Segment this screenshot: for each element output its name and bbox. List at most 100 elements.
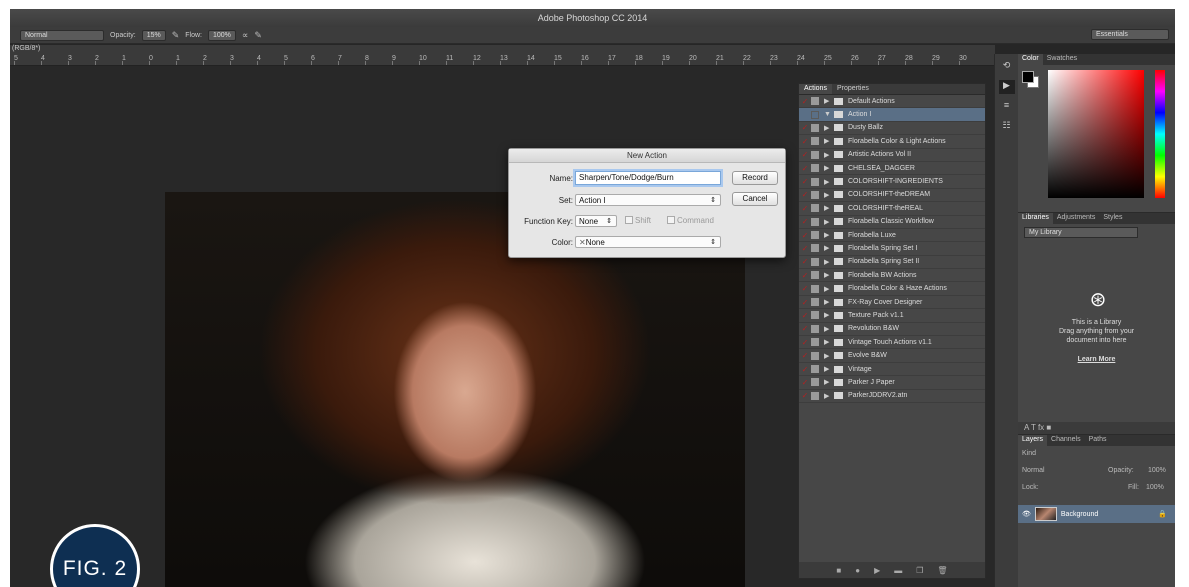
check-icon[interactable]: ✓ bbox=[799, 391, 811, 400]
action-set-row[interactable]: ✓ ▶ CHELSEA_DAGGER bbox=[799, 162, 985, 176]
check-icon[interactable]: ✓ bbox=[799, 231, 811, 240]
action-set-row[interactable]: ✓ ▶ ParkerJDDRV2.atn bbox=[799, 390, 985, 403]
action-set-row[interactable]: ✓ ▶ Evolve B&W bbox=[799, 349, 985, 363]
action-set-row[interactable]: ✓ ▶ Florabella Color & Haze Actions bbox=[799, 282, 985, 296]
learn-more-link[interactable]: Learn More bbox=[1018, 356, 1175, 363]
trash-icon[interactable]: 🗑 bbox=[937, 566, 947, 575]
check-icon[interactable]: ✓ bbox=[799, 110, 811, 119]
dialog-toggle-icon[interactable] bbox=[811, 150, 819, 159]
dialog-toggle-icon[interactable] bbox=[811, 257, 819, 266]
adjust-icon[interactable]: ≡ bbox=[999, 100, 1015, 114]
chevron-right-icon[interactable]: ▶ bbox=[824, 151, 834, 159]
dialog-toggle-icon[interactable] bbox=[811, 271, 819, 280]
dialog-toggle-icon[interactable] bbox=[811, 190, 819, 199]
chevron-right-icon[interactable]: ▶ bbox=[824, 285, 834, 293]
dialog-toggle-icon[interactable] bbox=[811, 204, 819, 213]
dialog-toggle-icon[interactable] bbox=[811, 137, 819, 146]
check-icon[interactable]: ✓ bbox=[799, 137, 811, 146]
check-icon[interactable]: ✓ bbox=[799, 311, 811, 320]
chevron-right-icon[interactable]: ▶ bbox=[824, 378, 834, 386]
chevron-right-icon[interactable]: ▶ bbox=[824, 365, 834, 373]
document-tab[interactable]: (RGB/8*) bbox=[10, 45, 995, 54]
actions-icon[interactable]: ▶ bbox=[998, 80, 1015, 94]
action-set-row[interactable]: ✓ ▶ Texture Pack v1.1 bbox=[799, 309, 985, 323]
action-set-row[interactable]: ✓ ▶ Florabella Color & Light Actions bbox=[799, 135, 985, 149]
tab-swatches[interactable]: Swatches bbox=[1043, 54, 1081, 65]
check-icon[interactable]: ✓ bbox=[799, 204, 811, 213]
dialog-toggle-icon[interactable] bbox=[811, 324, 819, 333]
tab-actions[interactable]: Actions bbox=[799, 84, 832, 94]
action-set-row[interactable]: ✓ ▶ Florabella BW Actions bbox=[799, 269, 985, 283]
set-select[interactable]: Action I ⇕ bbox=[575, 194, 721, 206]
chevron-right-icon[interactable]: ▶ bbox=[824, 311, 834, 319]
check-icon[interactable]: ✓ bbox=[799, 365, 811, 374]
tab-paths[interactable]: Paths bbox=[1085, 435, 1111, 446]
dialog-toggle-icon[interactable] bbox=[811, 244, 819, 253]
action-set-row[interactable]: ✓ ▶ Artistic Actions Vol II bbox=[799, 149, 985, 162]
tab-color[interactable]: Color bbox=[1018, 54, 1043, 65]
check-icon[interactable]: ✓ bbox=[799, 190, 811, 199]
history-icon[interactable]: ⟲ bbox=[999, 60, 1015, 74]
tab-adjustments[interactable]: Adjustments bbox=[1053, 213, 1100, 224]
hue-slider[interactable] bbox=[1155, 70, 1165, 198]
tab-layers[interactable]: Layers bbox=[1018, 435, 1048, 446]
action-set-row[interactable]: ✓ ▶ COLORSHIFT-INGREDIENTS bbox=[799, 175, 985, 189]
text-style-icon[interactable]: A T fx ■ bbox=[1024, 423, 1051, 432]
dialog-toggle-icon[interactable] bbox=[811, 298, 819, 307]
check-icon[interactable]: ✓ bbox=[799, 123, 811, 132]
cancel-button[interactable]: Cancel bbox=[732, 192, 778, 206]
chevron-right-icon[interactable]: ▶ bbox=[824, 124, 834, 132]
fill-field[interactable]: 100% bbox=[1146, 484, 1164, 491]
chevron-right-icon[interactable]: ▶ bbox=[824, 392, 834, 400]
action-set-row[interactable]: ✓ ▶ Parker J Paper bbox=[799, 376, 985, 390]
function-key-select[interactable]: None ⇕ bbox=[575, 215, 617, 227]
tab-channels[interactable]: Channels bbox=[1047, 435, 1085, 446]
dialog-toggle-icon[interactable] bbox=[811, 97, 819, 106]
dialog-toggle-icon[interactable] bbox=[811, 110, 819, 119]
dialog-toggle-icon[interactable] bbox=[811, 391, 819, 400]
dialog-toggle-icon[interactable] bbox=[811, 378, 819, 387]
check-icon[interactable]: ✓ bbox=[799, 271, 811, 280]
chevron-down-icon[interactable]: ▼ bbox=[824, 111, 834, 118]
dialog-toggle-icon[interactable] bbox=[811, 164, 819, 173]
chevron-right-icon[interactable]: ▶ bbox=[824, 191, 834, 199]
stop-icon[interactable]: ■ bbox=[836, 566, 841, 575]
chevron-right-icon[interactable]: ▶ bbox=[824, 271, 834, 279]
check-icon[interactable]: ✓ bbox=[799, 177, 811, 186]
chevron-right-icon[interactable]: ▶ bbox=[824, 137, 834, 145]
play-icon[interactable]: ▶ bbox=[874, 566, 880, 575]
opacity-field[interactable]: 15% bbox=[141, 29, 166, 41]
dialog-toggle-icon[interactable] bbox=[811, 311, 819, 320]
action-set-row[interactable]: ✓ ▶ Revolution B&W bbox=[799, 323, 985, 337]
action-set-row[interactable]: ✓ ▶ Florabella Spring Set II bbox=[799, 256, 985, 270]
action-set-row[interactable]: ✓ ▶ COLORSHIFT-theREAL bbox=[799, 202, 985, 216]
pressure-size-icon[interactable]: ✎ bbox=[254, 30, 262, 41]
color-select[interactable]: ✕None ⇕ bbox=[575, 236, 721, 248]
check-icon[interactable]: ✓ bbox=[799, 97, 811, 106]
check-icon[interactable]: ✓ bbox=[799, 244, 811, 253]
pressure-opacity-icon[interactable]: ✎ bbox=[172, 30, 180, 41]
action-set-row[interactable]: ✓ ▶ Default Actions bbox=[799, 95, 985, 109]
tab-styles[interactable]: Styles bbox=[1099, 213, 1126, 224]
color-field[interactable] bbox=[1048, 70, 1144, 198]
record-icon[interactable]: ● bbox=[855, 566, 860, 575]
chevron-right-icon[interactable]: ▶ bbox=[824, 325, 834, 333]
kind-filter[interactable]: Kind bbox=[1022, 450, 1036, 457]
chevron-right-icon[interactable]: ▶ bbox=[824, 258, 834, 266]
tab-properties[interactable]: Properties bbox=[832, 84, 874, 94]
chevron-right-icon[interactable]: ▶ bbox=[824, 218, 834, 226]
mode-select[interactable]: Normal bbox=[20, 29, 104, 41]
dialog-toggle-icon[interactable] bbox=[811, 351, 819, 360]
foreground-color-swatch[interactable] bbox=[1022, 71, 1034, 83]
chevron-right-icon[interactable]: ▶ bbox=[824, 298, 834, 306]
action-set-row[interactable]: ✓ ▼ Action I bbox=[799, 108, 985, 122]
dialog-toggle-icon[interactable] bbox=[811, 231, 819, 240]
check-icon[interactable]: ✓ bbox=[799, 257, 811, 266]
action-set-row[interactable]: ✓ ▶ Florabella Luxe bbox=[799, 229, 985, 243]
action-set-row[interactable]: ✓ ▶ Florabella Classic Workflow bbox=[799, 216, 985, 229]
chevron-right-icon[interactable]: ▶ bbox=[824, 204, 834, 212]
dialog-toggle-icon[interactable] bbox=[811, 365, 819, 373]
flow-field[interactable]: 100% bbox=[207, 29, 236, 41]
airbrush-icon[interactable]: ∝ bbox=[242, 30, 248, 41]
chevron-right-icon[interactable]: ▶ bbox=[824, 231, 834, 239]
